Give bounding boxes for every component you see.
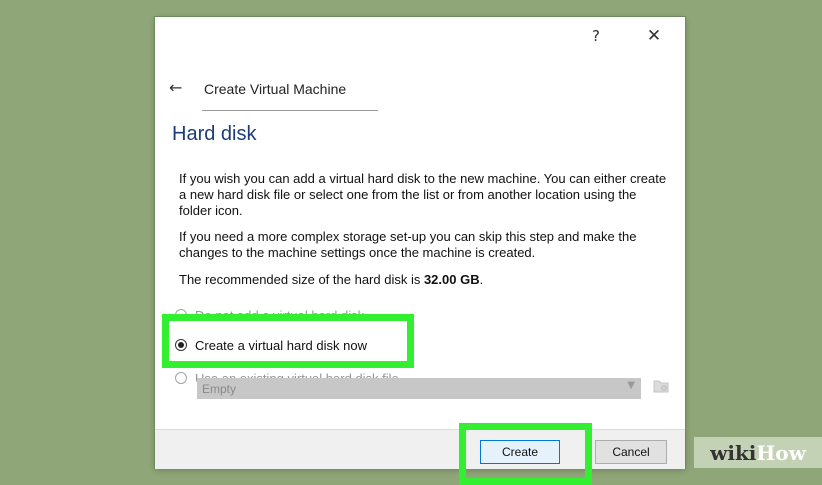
help-button[interactable]: ?	[581, 23, 611, 49]
existing-disk-select-value: Empty	[202, 381, 237, 396]
radio-button-icon[interactable]	[175, 309, 187, 321]
description-paragraph-1: If you wish you can add a virtual hard d…	[179, 171, 667, 218]
wizard-title: Create Virtual Machine	[204, 81, 347, 97]
watermark-wiki: wiki	[710, 440, 757, 465]
recommended-size-prefix: The recommended size of the hard disk is	[179, 272, 424, 287]
description-paragraph-3: The recommended size of the hard disk is…	[179, 272, 669, 288]
radio-button-checked-icon[interactable]	[175, 339, 187, 351]
cancel-button[interactable]: Cancel	[595, 440, 667, 464]
radio-create-disk[interactable]: Create a virtual hard disk now	[175, 335, 367, 355]
close-button[interactable]: ✕	[639, 23, 669, 49]
create-button[interactable]: Create	[480, 440, 560, 464]
radio-button-icon[interactable]	[175, 372, 187, 384]
create-vm-dialog: ? ✕ ← Create Virtual Machine Hard disk I…	[155, 17, 685, 485]
radio-create-disk-label: Create a virtual hard disk now	[195, 337, 367, 353]
recommended-size-value: 32.00 GB	[423, 272, 480, 287]
title-divider	[202, 110, 378, 111]
folder-icon[interactable]	[653, 379, 669, 393]
page-title: Hard disk	[172, 123, 257, 145]
chevron-down-icon: ▼	[627, 380, 635, 391]
watermark-how: How	[756, 440, 806, 465]
wikihow-watermark: wiki How	[694, 437, 822, 468]
recommended-size-suffix: .	[479, 272, 484, 287]
description-paragraph-2: If you need a more complex storage set-u…	[179, 229, 637, 260]
back-arrow-icon[interactable]: ←	[169, 78, 182, 97]
title-bar: ? ✕	[155, 17, 685, 57]
existing-disk-select[interactable]: Empty ▼	[197, 378, 641, 399]
